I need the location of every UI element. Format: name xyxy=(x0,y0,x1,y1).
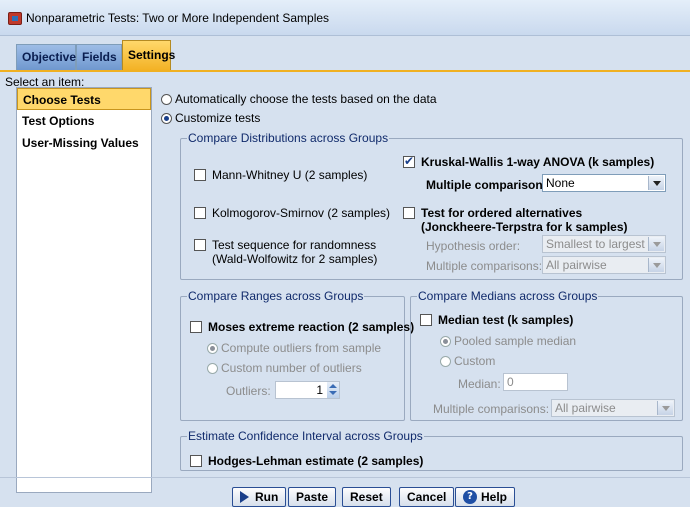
custom-median-radio[interactable] xyxy=(440,355,451,367)
cancel-button[interactable]: Cancel xyxy=(399,487,455,507)
cancel-label: Cancel xyxy=(407,490,447,504)
hodges-lehman-option[interactable]: Hodges-Lehman estimate (2 samples) xyxy=(190,454,423,468)
runs-checkbox[interactable] xyxy=(194,239,206,251)
runs-option[interactable]: Test sequence for randomness (Wald-Wolfo… xyxy=(194,238,377,266)
help-label: Help xyxy=(481,490,508,504)
hypothesis-order-label: Hypothesis order: xyxy=(426,239,521,253)
sidebar-item-choose-tests[interactable]: Choose Tests xyxy=(17,88,151,110)
outliers-spinner[interactable]: 1 xyxy=(275,381,340,399)
custom-outliers-option[interactable]: Custom number of outliers xyxy=(207,361,362,375)
customize-option[interactable]: Customize tests xyxy=(161,111,260,125)
help-button[interactable]: ? Help xyxy=(455,487,516,507)
kruskal-multiple-label: Multiple comparisons: xyxy=(426,178,554,192)
jonckheere-label-line1: Test for ordered alternatives xyxy=(421,206,583,220)
median-multiple-label: Multiple comparisons: xyxy=(433,402,550,416)
ci-group-title: Estimate Confidence Interval across Grou… xyxy=(187,429,424,443)
spinner-arrows-icon[interactable] xyxy=(327,382,339,398)
title-bar: Nonparametric Tests: Two or More Indepen… xyxy=(0,0,690,36)
runs-label: Test sequence for randomness (Wald-Wolfo… xyxy=(212,238,377,266)
moses-option[interactable]: Moses extreme reaction (2 samples) xyxy=(190,320,414,334)
window-title: Nonparametric Tests: Two or More Indepen… xyxy=(26,11,330,25)
customize-radio[interactable] xyxy=(161,112,172,124)
chevron-down-icon[interactable] xyxy=(648,176,664,190)
jonckheere-label-line2: (Jonckheere-Terpstra for k samples) xyxy=(421,220,628,234)
kruskal-multiple-select[interactable]: None xyxy=(542,174,666,192)
kruskal-multiple-value: None xyxy=(546,176,575,190)
mann-whitney-label: Mann-Whitney U (2 samples) xyxy=(212,168,368,182)
chevron-down-icon[interactable] xyxy=(657,401,673,415)
reset-button[interactable]: Reset xyxy=(342,487,391,507)
pooled-median-radio[interactable] xyxy=(440,335,451,347)
pooled-median-option[interactable]: Pooled sample median xyxy=(440,334,576,348)
chevron-down-icon[interactable] xyxy=(648,237,664,251)
median-test-option[interactable]: Median test (k samples) xyxy=(420,313,573,327)
jonckheere-label: Test for ordered alternatives (Jonckheer… xyxy=(421,206,628,234)
median-test-label: Median test (k samples) xyxy=(438,313,574,327)
help-icon: ? xyxy=(463,490,477,504)
median-multiple-select[interactable]: All pairwise xyxy=(551,399,675,417)
mann-whitney-checkbox[interactable] xyxy=(194,169,206,181)
outliers-value: 1 xyxy=(316,383,323,397)
mann-whitney-option[interactable]: Mann-Whitney U (2 samples) xyxy=(194,168,367,182)
jonckheere-option[interactable]: Test for ordered alternatives (Jonckheer… xyxy=(403,206,628,234)
paste-label: Paste xyxy=(296,490,329,504)
run-button[interactable]: Run xyxy=(232,487,287,507)
kruskal-option[interactable]: Kruskal-Wallis 1-way ANOVA (k samples) xyxy=(403,154,655,169)
ranges-group-title: Compare Ranges across Groups xyxy=(187,289,365,303)
custom-outliers-radio[interactable] xyxy=(207,362,218,374)
outliers-label: Outliers: xyxy=(226,384,271,398)
compute-outliers-label: Compute outliers from sample xyxy=(221,341,382,355)
custom-outliers-label: Custom number of outliers xyxy=(221,361,362,375)
moses-label: Moses extreme reaction (2 samples) xyxy=(208,320,415,334)
play-icon xyxy=(240,491,249,503)
customize-label: Customize tests xyxy=(175,111,261,125)
hypothesis-order-value: Smallest to largest xyxy=(546,237,645,251)
custom-median-label: Custom xyxy=(454,354,496,368)
kolmogorov-option[interactable]: Kolmogorov-Smirnov (2 samples) xyxy=(194,206,390,220)
distributions-group-title: Compare Distributions across Groups xyxy=(187,131,390,145)
runs-label-line2: (Wald-Wolfowitz for 2 samples) xyxy=(212,252,378,266)
hodges-lehman-label: Hodges-Lehman estimate (2 samples) xyxy=(208,454,424,468)
paste-button[interactable]: Paste xyxy=(288,487,337,507)
median-multiple-value: All pairwise xyxy=(555,401,616,415)
kolmogorov-checkbox[interactable] xyxy=(194,207,206,219)
kruskal-label: Kruskal-Wallis 1-way ANOVA (k samples) xyxy=(421,155,655,169)
medians-group-title: Compare Medians across Groups xyxy=(417,289,599,303)
hodges-lehman-checkbox[interactable] xyxy=(190,455,202,467)
auto-choose-option[interactable]: Automatically choose the tests based on … xyxy=(161,92,437,106)
median-label: Median: xyxy=(458,377,501,391)
jt-multiple-value: All pairwise xyxy=(546,258,607,272)
tab-strip: Objective Fields Settings xyxy=(0,36,690,70)
jt-multiple-select[interactable]: All pairwise xyxy=(542,256,666,274)
jt-multiple-label: Multiple comparisons: xyxy=(426,259,543,273)
tab-settings[interactable]: Settings xyxy=(122,40,175,70)
sidebar-item-test-options[interactable]: Test Options xyxy=(17,110,151,132)
custom-median-option[interactable]: Custom xyxy=(440,354,495,368)
item-list: Choose Tests Test Options User-Missing V… xyxy=(16,87,152,493)
auto-choose-label: Automatically choose the tests based on … xyxy=(175,92,437,106)
chevron-down-icon[interactable] xyxy=(648,258,664,272)
button-bar-divider xyxy=(0,477,690,478)
sidebar-item-user-missing-values[interactable]: User-Missing Values xyxy=(17,132,151,154)
compute-outliers-option[interactable]: Compute outliers from sample xyxy=(207,341,381,355)
app-icon xyxy=(8,12,22,25)
compute-outliers-radio[interactable] xyxy=(207,342,218,354)
auto-choose-radio[interactable] xyxy=(161,93,172,105)
jonckheere-checkbox[interactable] xyxy=(403,207,415,219)
run-label: Run xyxy=(255,490,279,504)
ranges-group: Compare Ranges across Groups xyxy=(180,289,405,421)
moses-checkbox[interactable] xyxy=(190,321,202,333)
tab-objective[interactable]: Objective xyxy=(16,44,76,70)
runs-label-line1: Test sequence for randomness xyxy=(212,238,377,252)
median-test-checkbox[interactable] xyxy=(420,314,432,326)
hypothesis-order-select[interactable]: Smallest to largest xyxy=(542,235,666,253)
tab-fields[interactable]: Fields xyxy=(76,44,122,70)
reset-label: Reset xyxy=(350,490,383,504)
kolmogorov-label: Kolmogorov-Smirnov (2 samples) xyxy=(212,206,391,220)
median-input[interactable]: 0 xyxy=(503,373,568,391)
pooled-median-label: Pooled sample median xyxy=(454,334,577,348)
kruskal-checkbox[interactable] xyxy=(403,154,415,168)
